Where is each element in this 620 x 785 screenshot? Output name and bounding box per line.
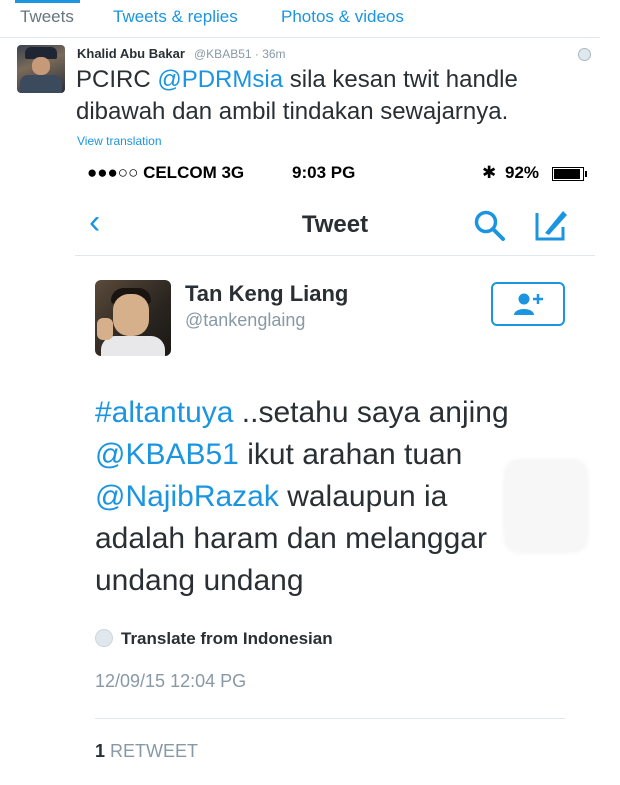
bluetooth-icon: ✱: [482, 163, 497, 182]
retweet-count[interactable]: 1 RETWEET: [95, 741, 198, 762]
status-bar: ●●●○○ CELCOM 3G 9:03 PG ✱ 92%: [87, 163, 587, 185]
divider: [95, 718, 565, 719]
mention-najibrazak[interactable]: @NajibRazak: [95, 480, 279, 513]
author-name[interactable]: Khalid Abu Bakar: [77, 46, 185, 61]
globe-icon: [95, 629, 113, 647]
retweet-label: RETWEET: [110, 741, 199, 761]
nav-bar: ‹ Tweet: [75, 193, 595, 256]
tab-photos-videos[interactable]: Photos & videos: [281, 7, 404, 27]
mention-pdrmsia[interactable]: @PDRMsia: [157, 66, 283, 93]
body-text-2: ikut arahan tuan: [238, 438, 463, 471]
status-time: 9:03 PG: [292, 163, 356, 182]
profile-tabs: Tweets Tweets & replies Photos & videos: [0, 0, 600, 38]
mention-kbab51[interactable]: @KBAB51: [95, 438, 239, 471]
tweet-text-prefix: PCIRC: [76, 66, 158, 93]
overlay-shadow: [505, 460, 587, 552]
retweet-number: 1: [95, 741, 106, 761]
battery-percent: 92%: [505, 163, 540, 182]
active-tab-indicator: [15, 0, 80, 3]
translate-link[interactable]: Translate from Indonesian: [95, 629, 333, 653]
author-handle[interactable]: @KBAB51 · 36m: [194, 47, 286, 61]
nav-title: Tweet: [301, 211, 369, 238]
hashtag-altantuya[interactable]: #altantuya: [95, 396, 233, 429]
user-handle[interactable]: @tankenglaing: [185, 310, 305, 331]
tweet-timestamp: 12/09/15 12:04 PG: [95, 671, 247, 691]
tab-tweets[interactable]: Tweets: [20, 7, 74, 27]
battery-icon: [552, 167, 587, 181]
translate-label: Translate from Indonesian: [121, 629, 333, 648]
follow-button[interactable]: [491, 282, 565, 326]
user-name[interactable]: Tan Keng Liang: [185, 281, 348, 307]
tab-tweets-replies[interactable]: Tweets & replies: [113, 7, 238, 27]
tweet-text: PCIRC @PDRMsia sila kesan twit handle di…: [76, 64, 596, 128]
user-avatar[interactable]: [95, 280, 171, 356]
embedded-screenshot: ●●●○○ CELCOM 3G 9:03 PG ✱ 92% ‹ Tweet Ta…: [75, 155, 595, 785]
search-icon[interactable]: [473, 209, 507, 243]
add-user-icon: [514, 293, 543, 315]
body-text-1: ..setahu saya anjing: [233, 396, 509, 429]
author-avatar[interactable]: [17, 45, 65, 93]
globe-icon: [578, 48, 591, 61]
compose-icon[interactable]: [533, 207, 569, 243]
carrier-signal: ●●●○○ CELCOM 3G: [87, 163, 245, 182]
view-translation-link[interactable]: View translation: [77, 134, 162, 148]
tweet-body: #altantuya ..setahu saya anjing @KBAB51 …: [95, 392, 535, 602]
